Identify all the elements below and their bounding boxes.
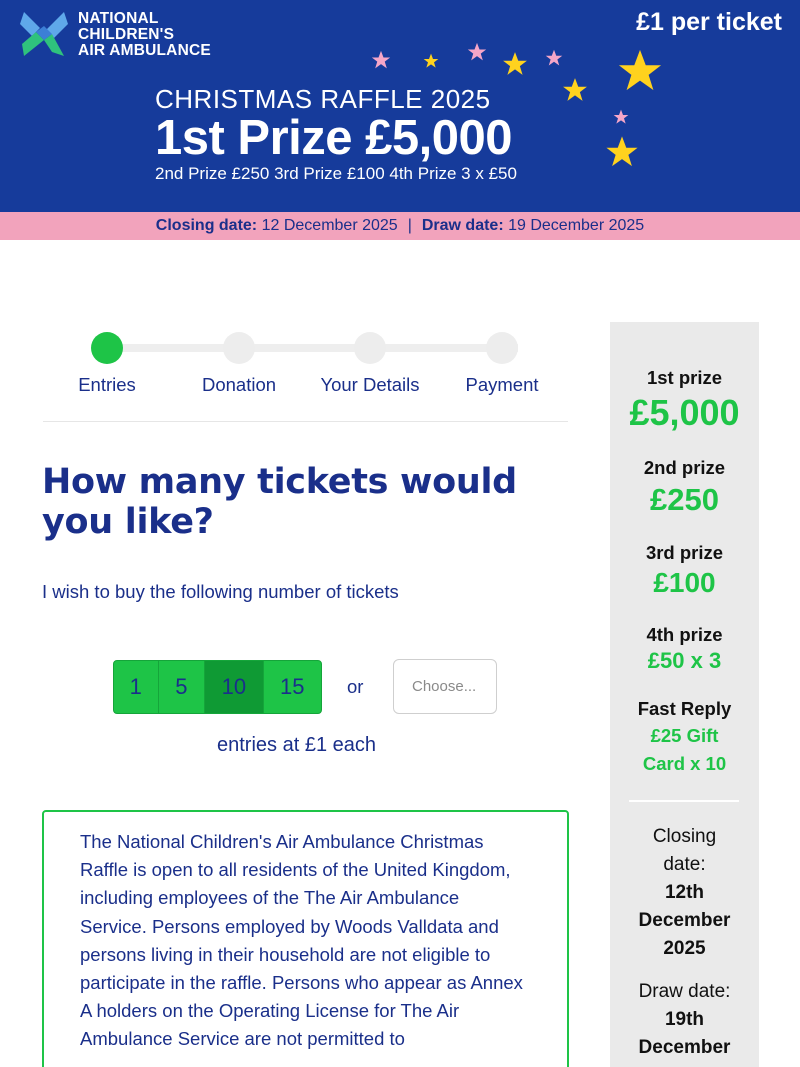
step-dot-payment xyxy=(486,332,518,364)
step-dot-donation xyxy=(223,332,255,364)
fast-reply-value-line-2: Card x 10 xyxy=(642,753,727,774)
step-track xyxy=(107,344,518,352)
ticket-option-5[interactable]: 5 xyxy=(159,661,206,713)
closing-date-label: Closing date: xyxy=(155,217,258,234)
step-dot-entries xyxy=(91,332,123,364)
logo-cross-icon xyxy=(20,12,68,56)
star-icon xyxy=(467,42,487,61)
instruction-text: I wish to buy the following number of ti… xyxy=(42,581,399,602)
terms-box[interactable]: The National Children's Air Ambulance Ch… xyxy=(42,810,569,1067)
other-prizes-line: 2nd Prize £250 3rd Prize £100 4th Prize … xyxy=(155,164,517,183)
first-prize-headline: 1st Prize £5,000 xyxy=(155,111,513,165)
sidebar-closing-value-2: December xyxy=(638,910,731,931)
sidebar-closing-label-1: Closing xyxy=(652,826,717,847)
sidebar-closing-value-3: 2025 xyxy=(663,938,706,959)
star-icon xyxy=(618,49,662,91)
raffle-banner: NATIONAL CHILDREN'S AIR AMBULANCE £1 per… xyxy=(0,0,800,212)
ticket-option-15[interactable]: 15 xyxy=(264,661,321,713)
third-prize-label: 3rd prize xyxy=(645,542,724,563)
logo-line-2: CHILDREN'S xyxy=(78,26,175,43)
ticket-quantity-selector: 1 5 10 15 xyxy=(113,660,322,714)
fast-reply-value-line-1: £25 Gift xyxy=(650,725,719,746)
price-each-text: entries at £1 each xyxy=(217,734,376,756)
ticket-option-10[interactable]: 10 xyxy=(205,661,264,713)
draw-date-label: Draw date: xyxy=(421,217,504,234)
step-label-details: Your Details xyxy=(320,374,420,395)
prize-sidebar: 1st prize £5,000 2nd prize £250 3rd priz… xyxy=(610,322,759,1067)
star-icon xyxy=(563,78,587,101)
charity-logo[interactable]: NATIONAL CHILDREN'S AIR AMBULANCE xyxy=(18,8,211,60)
star-icon xyxy=(503,52,527,75)
logo-line-3: AIR AMBULANCE xyxy=(78,42,211,59)
star-icon xyxy=(613,109,629,124)
fourth-prize-value: £50 x 3 xyxy=(647,648,722,673)
star-icon xyxy=(371,50,391,69)
ticket-option-1[interactable]: 1 xyxy=(114,661,159,713)
sidebar-draw-value-1: 19th xyxy=(664,1009,705,1030)
sidebar-closing-value-1: 12th xyxy=(664,882,705,903)
logo-line-1: NATIONAL xyxy=(78,10,159,27)
terms-text: The National Children's Air Ambulance Ch… xyxy=(80,831,523,1050)
second-prize-value: £250 xyxy=(650,482,719,517)
or-text: or xyxy=(347,676,364,697)
step-label-donation: Donation xyxy=(201,374,277,395)
first-prize-label: 1st prize xyxy=(646,367,723,388)
sidebar-closing-label-2: date: xyxy=(663,854,706,875)
page-title: How many tickets would you like? xyxy=(42,462,517,542)
step-label-payment: Payment xyxy=(465,374,539,395)
third-prize-value: £100 xyxy=(653,567,716,598)
step-label-entries: Entries xyxy=(78,374,136,395)
star-icon xyxy=(545,49,563,66)
custom-quantity-input[interactable] xyxy=(393,659,497,714)
sidebar-draw-value-2: December xyxy=(638,1037,731,1058)
second-prize-label: 2nd prize xyxy=(643,457,726,478)
sidebar-divider xyxy=(629,800,739,802)
progress-steps: Entries Donation Your Details Payment xyxy=(43,320,568,422)
first-prize-value: £5,000 xyxy=(629,392,740,433)
dates-separator: | xyxy=(407,217,412,234)
fast-reply-label: Fast Reply xyxy=(637,698,732,719)
closing-date-value: 12 December 2025 xyxy=(261,217,398,234)
draw-date-value: 19 December 2025 xyxy=(508,217,645,234)
star-icon xyxy=(606,136,638,167)
step-dot-details xyxy=(354,332,386,364)
logo-wordmark: NATIONAL CHILDREN'S AIR AMBULANCE xyxy=(78,8,211,59)
ticket-price: £1 per ticket xyxy=(636,8,782,36)
fourth-prize-label: 4th prize xyxy=(646,624,723,645)
dates-bar: Closing date: 12 December 2025 | Draw da… xyxy=(0,212,800,240)
star-icon xyxy=(423,53,439,68)
sidebar-draw-label: Draw date: xyxy=(638,981,731,1002)
